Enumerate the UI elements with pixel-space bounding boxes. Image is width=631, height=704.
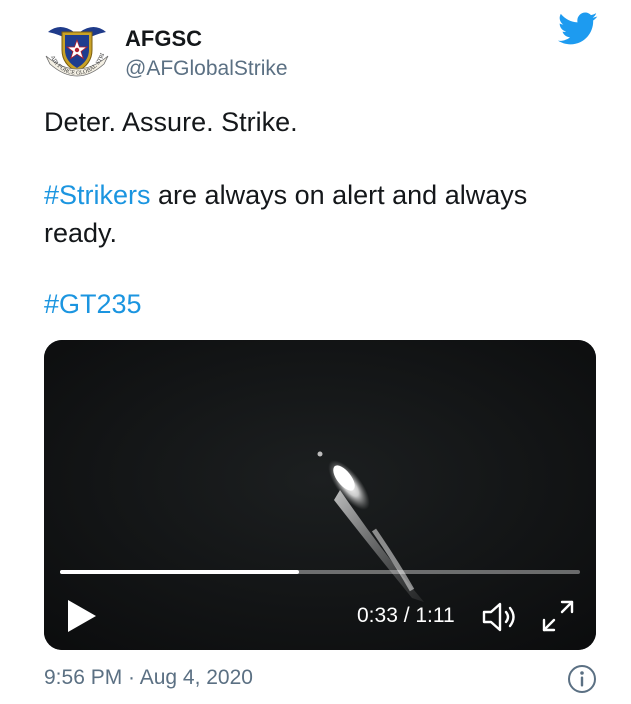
video-time-readout: 0:33 / 1:11 [357,604,455,627]
tweet-text-line: Deter. Assure. Strike. [44,107,298,137]
tweet-text-line: #Strikers are always on alert and always [44,178,527,212]
tweet-text-line: ready. [44,218,118,248]
volume-icon[interactable] [481,600,519,634]
hashtag-link[interactable]: #Strikers [44,180,151,210]
tweet-text-fragment: are always on alert and always [150,180,528,210]
info-icon[interactable] [567,664,597,694]
display-name[interactable]: AFGSC [125,26,202,52]
video-progress-bar[interactable] [60,570,580,574]
handle[interactable]: @AFGlobalStrike [125,57,288,81]
tweet-card: AIR FORCE GLOBAL STRIKE COMMAND AFGSC @A… [0,0,631,704]
tweet-timestamp[interactable]: 9:56 PM · Aug 4, 2020 [44,666,253,690]
twitter-bird-icon[interactable] [558,12,598,46]
fullscreen-expand-icon[interactable] [540,598,576,634]
video-player[interactable]: 0:33 / 1:11 [44,340,596,650]
video-progress-fill [60,570,300,574]
hashtag-link[interactable]: #GT235 [44,287,142,321]
afgsc-emblem-icon: AIR FORCE GLOBAL STRIKE COMMAND [40,10,109,77]
avatar[interactable]: AIR FORCE GLOBAL STRIKE COMMAND [40,10,114,84]
play-icon[interactable] [64,596,100,636]
